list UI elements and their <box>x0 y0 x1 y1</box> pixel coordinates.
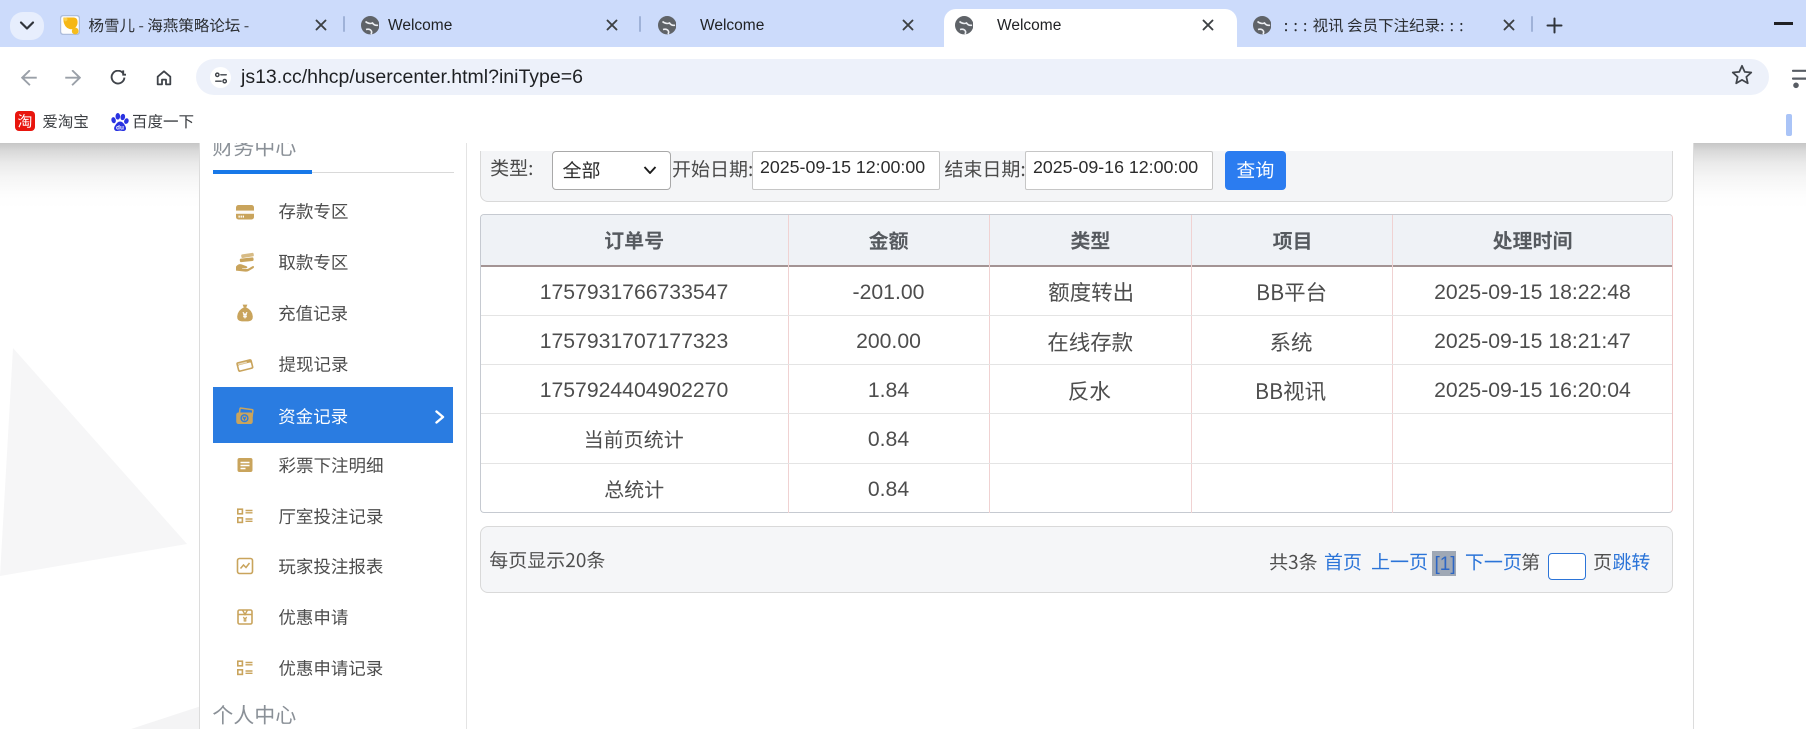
svg-text:du: du <box>116 125 124 131</box>
